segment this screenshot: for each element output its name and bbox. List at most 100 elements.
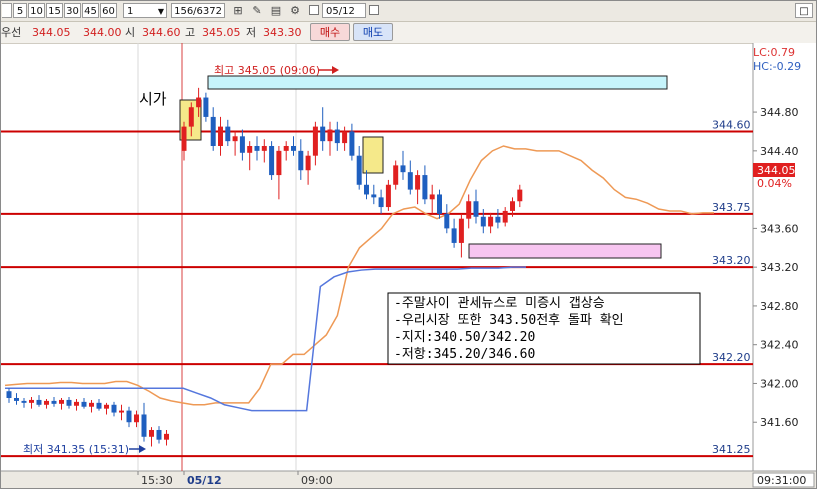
candle-body [81,401,87,407]
candle-body [364,184,369,195]
x-tick-label: 09:00 [301,474,333,487]
level-label: 343.20 [712,254,751,267]
high-label: 고 [185,26,196,39]
candle-body [378,197,384,208]
candle-body [371,194,377,198]
candle-body [334,129,340,144]
candle-body [473,201,479,217]
candle-body [89,402,94,407]
x-tick-label: 15:30 [141,474,173,487]
quote-bar: 우선 344.05 344.00 시 344.60 고 345.05 저 343… [1,22,816,44]
instrument-name: 우선 [1,26,22,39]
period-button-10[interactable]: 10 [28,3,45,18]
candle-body [429,194,435,200]
candle-body [188,107,194,127]
draw-tool-icon[interactable]: ✎ [249,3,265,18]
maximize-icon: □ [799,6,809,17]
period-button-15[interactable]: 15 [46,3,63,18]
candle-body [232,136,238,142]
candle-body [407,172,413,190]
candle-body [218,126,223,146]
period-button-30[interactable]: 30 [64,3,81,18]
y-tick-label: 341.60 [760,416,799,429]
level-label: 343.75 [712,201,751,214]
price-chart[interactable]: 344.60 343.75 343.20 342.20 341.25 344.80 344… [1,43,816,488]
toolbar: 5 10 15 30 45 60 1 ▼ 156/6372 ⊞ ✎ ▤ ⚙ 05… [1,1,816,22]
candle-body [51,400,57,404]
maximize-button[interactable]: □ [795,3,813,18]
candle-body [239,136,245,153]
date-field[interactable]: 05/12 [322,3,366,18]
candle-body [225,126,231,142]
y-tick-label: 342.00 [760,377,799,390]
candle-body [164,433,169,440]
candle-body [104,404,109,409]
y-tick-label: 342.40 [760,339,799,352]
prev-price: 344.00 [83,26,122,39]
note-line-1: -주말사이 관세뉴스로 미증시 갭상승 [394,296,605,311]
x-tick-label: 05/12 [187,474,222,487]
chevron-down-icon: ▼ [157,7,164,16]
time-readout: 09:31:00 [757,474,806,487]
bar-count-field[interactable]: 156/6372 [171,3,225,18]
sell-button[interactable]: 매도 [353,23,393,41]
candle-body [66,399,72,406]
low-annotation: 최저 341.35 (15:31) [23,443,129,456]
candle-body [291,146,296,151]
candle-body [327,129,333,142]
hc-label: HC:-0.29 [753,60,801,73]
candle-body [119,410,124,413]
high-arrow-icon [332,66,339,74]
buy-button[interactable]: 매수 [310,23,350,41]
current-price-label: 344.05 [757,164,796,177]
candle-body [210,116,216,146]
period-button-45[interactable]: 45 [82,3,99,18]
candle-body [488,216,494,227]
candle-body [356,155,362,185]
candle-body [261,146,267,151]
candle-body [276,150,282,176]
grid-settings-icon[interactable]: ⊞ [230,3,246,18]
save-icon[interactable]: ▤ [268,3,284,18]
candle-body [444,213,450,229]
y-tick-label: 342.80 [760,300,799,313]
candle-body [451,228,457,243]
high-annotation: 최고 345.05 (09:06) [214,64,320,77]
note-line-4: -저항:345.20/346.60 [394,347,535,362]
candle-body [156,429,162,440]
note-line-3: -지지:340.50/342.20 [394,330,535,345]
low-arrow-icon [139,445,146,453]
open-price-label: 시가 [139,90,167,108]
candle-body [141,414,147,437]
interval-select[interactable]: 1 ▼ [123,3,167,18]
period-button-partial[interactable] [2,3,12,18]
candle-body [134,414,139,423]
candle-body [393,165,399,185]
current-change-label: 0.04% [757,177,792,190]
pullback-box [362,136,384,174]
option-checkbox[interactable] [369,5,379,15]
date-checkbox[interactable] [309,5,319,15]
candle-body [74,401,79,406]
candle-body [36,399,42,405]
candle-body [342,131,348,144]
open-value: 344.60 [142,26,181,39]
candle-body [59,399,64,404]
candle-body [254,146,260,151]
candle-body [247,146,253,153]
chart-window: 5 10 15 30 45 60 1 ▼ 156/6372 ⊞ ✎ ▤ ⚙ 05… [0,0,817,489]
interval-value: 1 [127,6,134,17]
gear-icon[interactable]: ⚙ [287,3,303,18]
candle-body [510,201,515,211]
candle-body [283,146,289,151]
candle-body [96,402,102,409]
support-zone-box [468,243,662,259]
candle-body [400,165,406,173]
period-button-5[interactable]: 5 [13,3,27,18]
candle-body [517,189,523,202]
lc-label: LC:0.79 [753,46,795,59]
candle-body [111,404,117,413]
period-button-60[interactable]: 60 [100,3,117,18]
level-label: 344.60 [712,118,751,131]
low-value: 343.30 [263,26,302,39]
